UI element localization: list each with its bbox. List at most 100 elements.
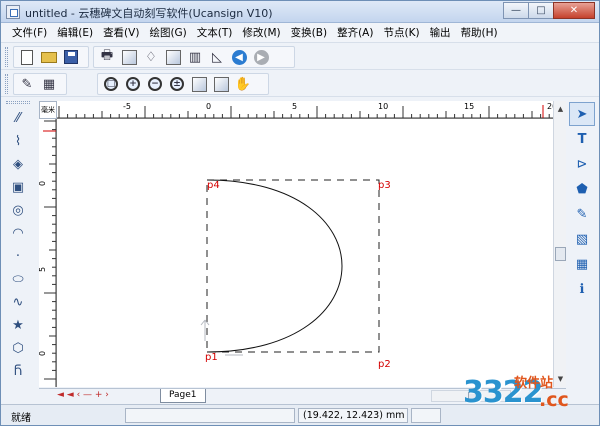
menu-draw[interactable]: 绘图(G) xyxy=(144,25,191,40)
polygon-tool-icon[interactable]: ⬡ xyxy=(3,337,33,360)
spiral-tool-icon[interactable]: ∿ xyxy=(3,291,33,314)
layout-icon[interactable]: ▥ xyxy=(184,47,206,67)
scroll-up-icon[interactable]: ▲ xyxy=(555,103,566,115)
info-icon[interactable]: ℹ xyxy=(569,277,595,301)
arc-tool-icon[interactable]: ◠ xyxy=(3,222,33,245)
vertical-scrollbar[interactable]: ▲ ▼ xyxy=(553,101,566,387)
menu-modify[interactable]: 修改(M) xyxy=(237,25,285,40)
status-ready: 就绪 xyxy=(11,413,31,424)
point-tool-icon[interactable]: · xyxy=(3,245,33,268)
horizontal-ruler[interactable]: -5 0 5 10 15 20 xyxy=(57,101,553,119)
preview-icon[interactable] xyxy=(162,47,184,67)
zoom-selected-icon[interactable] xyxy=(210,74,232,94)
measure-icon[interactable]: ◺ xyxy=(206,47,228,67)
app-icon[interactable] xyxy=(6,5,20,19)
vector-icon[interactable]: ♢ xyxy=(140,47,162,67)
color-fill-icon[interactable]: ✎ xyxy=(569,202,595,226)
vertical-ruler-ticks xyxy=(43,119,56,387)
menu-edit[interactable]: 编辑(E) xyxy=(52,25,98,40)
main-toolbar: 🖶 ♢ ▥ ◺ ◀ ▶ xyxy=(1,44,599,70)
point-label-p4: p4 xyxy=(207,180,220,191)
toolbar-grip[interactable] xyxy=(6,101,30,104)
back-arrow-icon[interactable]: ◀ xyxy=(228,47,250,67)
text-tool-icon[interactable]: T xyxy=(569,127,595,151)
app-window: untitled - 云穗碑文自动刻写软件(Ucansign V10) — □ … xyxy=(0,0,600,426)
arc-curve xyxy=(206,179,343,353)
menu-bar: 文件(F) 编辑(E) 查看(V) 绘图(G) 文本(T) 修改(M) 变换(B… xyxy=(1,23,599,43)
polyline-tool-icon[interactable]: ⌇ xyxy=(3,130,33,153)
origin-marker xyxy=(200,319,243,356)
menu-file[interactable]: 文件(F) xyxy=(7,25,52,40)
horizontal-ruler-ticks xyxy=(57,105,553,118)
text-path-icon[interactable]: Ⴌ xyxy=(3,360,33,383)
star-tool-icon[interactable]: ★ xyxy=(3,314,33,337)
paint-brush-icon[interactable]: ✎ xyxy=(16,74,38,94)
grid-view-icon[interactable]: ▦ xyxy=(569,252,595,276)
menu-text[interactable]: 文本(T) xyxy=(192,25,238,40)
select-arrow-icon[interactable]: ➤ xyxy=(569,102,595,126)
shape-3d-icon[interactable]: ⬟ xyxy=(569,177,595,201)
new-file-icon[interactable] xyxy=(16,47,38,67)
menu-output[interactable]: 输出 xyxy=(425,25,456,40)
style-toolbar-group: ✎ ▦ xyxy=(13,73,67,95)
v-tick-label: 5 xyxy=(39,267,47,272)
zoom-page-icon[interactable] xyxy=(188,74,210,94)
window-controls: — □ ✕ xyxy=(503,2,595,19)
file-toolbar-group xyxy=(13,46,89,68)
cursor-coordinates: (19.422, 12.423) mm xyxy=(298,408,408,423)
status-panel xyxy=(411,408,441,423)
toolbar-grip[interactable] xyxy=(5,74,8,94)
menu-node[interactable]: 节点(K) xyxy=(378,25,424,40)
v-tick-label: 0 xyxy=(39,181,47,186)
menu-help[interactable]: 帮助(H) xyxy=(456,25,503,40)
maximize-button[interactable]: □ xyxy=(528,2,554,19)
zoom-toolbar-group: □ + − ± ✋ xyxy=(97,73,269,95)
node-edit-icon[interactable]: ⊳ xyxy=(569,152,595,176)
menu-transform[interactable]: 变换(B) xyxy=(286,25,332,40)
save-disk-icon[interactable] xyxy=(60,47,82,67)
h-tick-label: 10 xyxy=(378,102,389,111)
h-tick-label: 5 xyxy=(292,102,298,111)
forward-arrow-icon[interactable]: ▶ xyxy=(250,47,272,67)
zoom-in-icon[interactable]: + xyxy=(122,74,144,94)
cut-plot-icon[interactable] xyxy=(118,47,140,67)
close-button[interactable]: ✕ xyxy=(553,2,595,19)
page-navigation[interactable]: ◄ ◄ ‹ — + › xyxy=(57,390,109,400)
oval-tool-icon[interactable]: ⬭ xyxy=(3,268,33,291)
page-nav-controls[interactable]: ◄ ◄ ‹ — + › xyxy=(57,390,109,400)
grid-icon[interactable]: ▦ xyxy=(38,74,60,94)
drawing-tools: ⁄⁄ ⌇ ◈ ▣ ◎ ◠ · ⬭ ∿ ★ ⬡ Ⴌ xyxy=(3,101,37,399)
view-toolbar: ✎ ▦ □ + − ± ✋ xyxy=(1,71,599,97)
ellipse-tool-icon[interactable]: ◎ xyxy=(3,199,33,222)
minimize-button[interactable]: — xyxy=(503,2,529,19)
image-icon[interactable]: ▧ xyxy=(569,227,595,251)
dashed-bounding-box xyxy=(206,179,380,353)
toolbar-grip[interactable] xyxy=(5,47,8,67)
h-tick-label: 15 xyxy=(464,102,475,111)
watermark-domain: .cc xyxy=(539,389,569,411)
title-bar[interactable]: untitled - 云穗碑文自动刻写软件(Ucansign V10) — □ … xyxy=(1,1,599,23)
menu-view[interactable]: 查看(V) xyxy=(98,25,144,40)
menu-align[interactable]: 整齐(A) xyxy=(332,25,378,40)
point-label-p1: p1 xyxy=(205,352,218,363)
point-label-p3: p3 xyxy=(378,180,391,191)
vertical-scroll-thumb[interactable] xyxy=(555,247,566,261)
print-icon[interactable]: 🖶 xyxy=(96,47,118,67)
ruler-unit-label: 毫米 xyxy=(39,101,57,119)
status-panel xyxy=(125,408,295,423)
v-tick-label: 0 xyxy=(39,351,47,356)
zoom-window-icon[interactable]: □ xyxy=(100,74,122,94)
edit-tools: ➤ T ⊳ ⬟ ✎ ▧ ▦ ℹ xyxy=(567,101,597,313)
zoom-out-icon[interactable]: − xyxy=(144,74,166,94)
drawing-svg xyxy=(200,179,380,356)
point-label-p2: p2 xyxy=(378,359,391,370)
curve-tool-icon[interactable]: ◈ xyxy=(3,153,33,176)
line-tool-icon[interactable]: ⁄⁄ xyxy=(3,107,33,130)
vertical-ruler[interactable]: 0 5 0 xyxy=(39,119,57,387)
zoom-fit-icon[interactable]: ± xyxy=(166,74,188,94)
rectangle-tool-icon[interactable]: ▣ xyxy=(3,176,33,199)
hand-pan-icon[interactable]: ✋ xyxy=(232,74,254,94)
drawing-canvas[interactable]: p4 p3 p1 p2 xyxy=(57,119,553,387)
page-tab[interactable]: Page1 xyxy=(160,389,206,403)
open-folder-icon[interactable] xyxy=(38,47,60,67)
